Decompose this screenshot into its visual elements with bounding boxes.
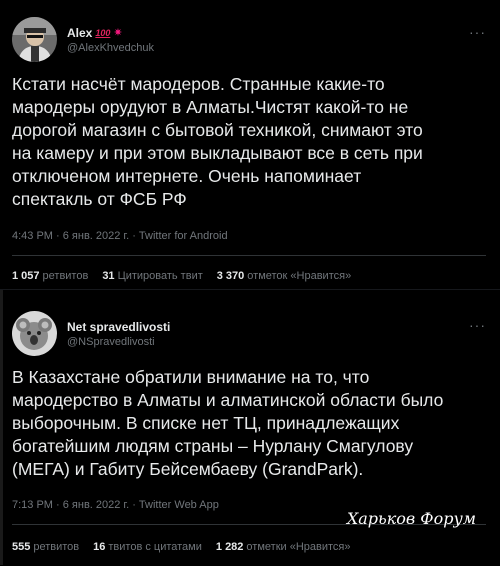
- author-name[interactable]: Net spravedlivosti: [67, 320, 170, 334]
- author-handle[interactable]: @AlexKhvedchuk: [67, 42, 154, 54]
- author-handle[interactable]: @NSpravedlivosti: [67, 336, 170, 348]
- tweet-1: Alex 100 ✷ @AlexKhvedchuk ··· Кстати нас…: [0, 0, 500, 289]
- tweet-header: Alex 100 ✷ @AlexKhvedchuk: [12, 17, 154, 62]
- retweets-stat[interactable]: 555 ретвитов: [12, 541, 79, 553]
- more-options-icon[interactable]: ···: [469, 317, 486, 333]
- sparkle-icon: ✷: [113, 27, 123, 39]
- avatar[interactable]: [12, 17, 57, 62]
- more-options-icon[interactable]: ···: [469, 24, 486, 40]
- avatar[interactable]: [12, 311, 57, 356]
- tweet-stats: 555 ретвитов 16 твитов с цитатами 1 282 отм…: [12, 541, 350, 553]
- likes-stat[interactable]: 1 282 отметки «Нравится»: [216, 541, 351, 553]
- tweet-text: В Казахстане обратили внимание на то, чт…: [12, 367, 444, 479]
- author-name[interactable]: Alex 100 ✷: [67, 26, 154, 40]
- tweet-stats: 1 057 ретвитов 31 Цитировать твит 3 370 отм…: [12, 270, 351, 282]
- retweets-stat[interactable]: 1 057 ретвитов: [12, 270, 88, 282]
- divider: [12, 255, 486, 256]
- hundred-points-icon: 100: [95, 27, 111, 38]
- tweet-header: Net spravedlivosti @NSpravedlivosti: [12, 311, 170, 356]
- likes-stat[interactable]: 3 370 отметок «Нравится»: [217, 270, 351, 282]
- tweet-meta: 7:13 PM · 6 янв. 2022 г. · Twitter Web A…: [12, 499, 219, 511]
- tweet-text: Кстати насчёт мародеров. Странные какие-…: [12, 74, 423, 209]
- quotes-stat[interactable]: 16 твитов с цитатами: [93, 541, 202, 553]
- tweet-meta: 4:43 PM · 6 янв. 2022 г. · Twitter for A…: [12, 230, 228, 242]
- watermark: Харьков Форум: [346, 509, 476, 528]
- quotes-stat[interactable]: 31 Цитировать твит: [102, 270, 202, 282]
